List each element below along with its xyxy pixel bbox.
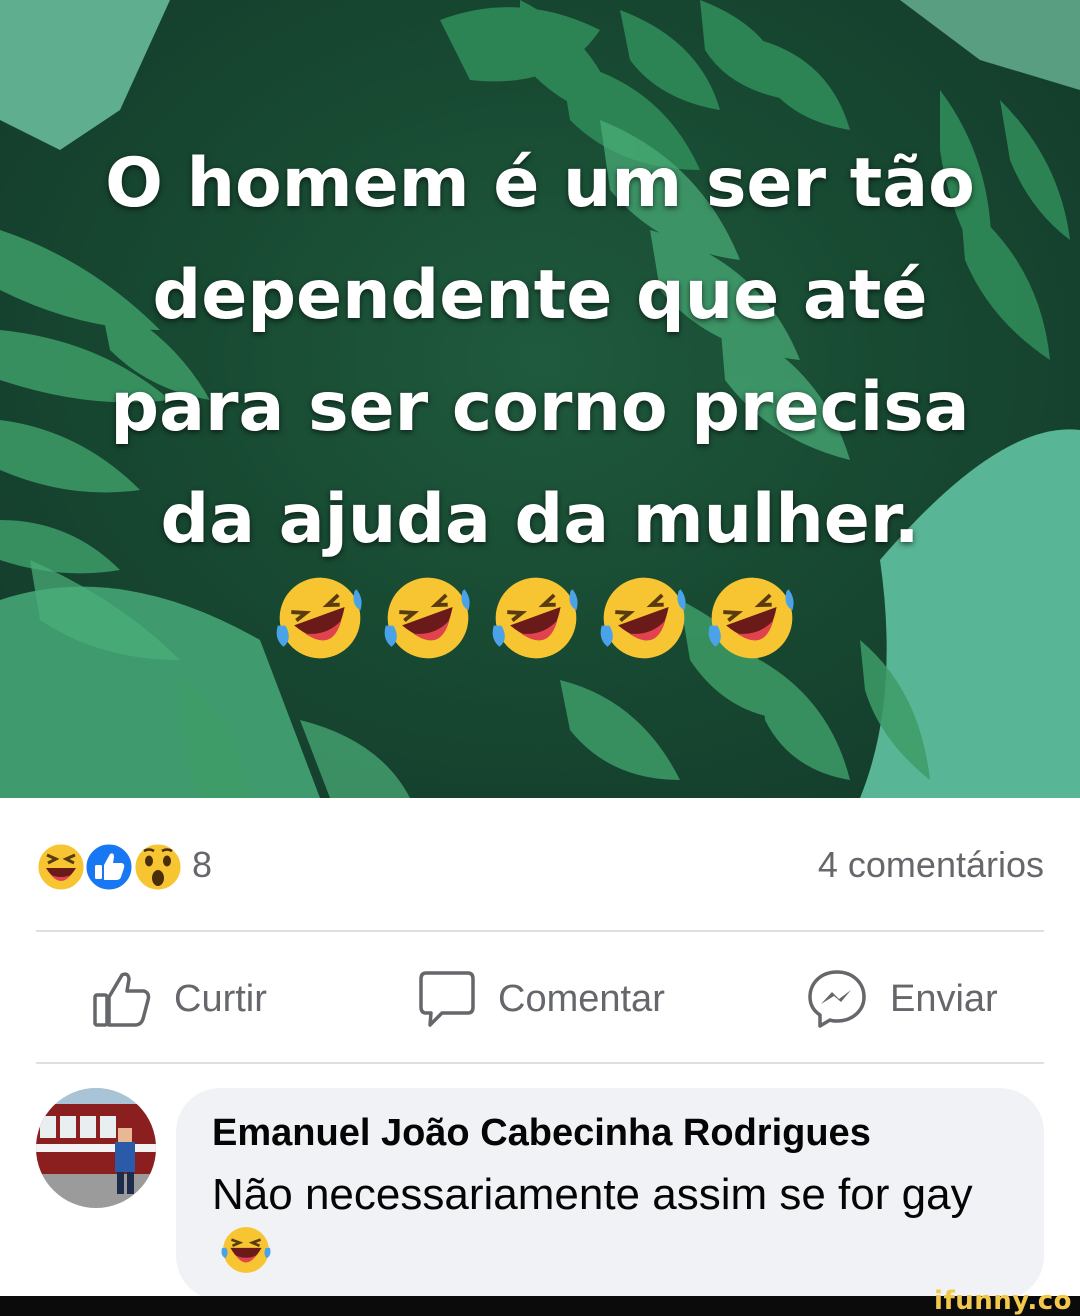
like-reaction-icon — [83, 841, 135, 892]
divider — [36, 930, 1044, 932]
comment-button[interactable]: Comentar — [418, 964, 665, 1034]
send-button[interactable]: Enviar — [806, 964, 998, 1034]
haha-reaction-icon — [36, 841, 87, 892]
reactions-summary: 8 4 comentários — [36, 838, 1044, 894]
avatar-photo-tram — [36, 1088, 156, 1208]
laughing-crying-emoji-icon — [492, 577, 578, 659]
post-caption-text: O homem é um ser tão dependente que até … — [0, 128, 1080, 576]
thumbs-up-icon — [93, 972, 151, 1027]
laughing-crying-emoji-icon — [221, 1227, 271, 1273]
commenter-avatar[interactable] — [36, 1088, 156, 1208]
like-button[interactable]: Curtir — [92, 964, 267, 1034]
laughing-emoji-row — [272, 570, 812, 666]
ifunny-watermark: ifunny.co — [934, 1286, 1072, 1316]
post-image[interactable]: O homem é um ser tão dependente que até … — [0, 0, 1080, 798]
comment-bubble-icon — [419, 971, 475, 1027]
messenger-icon — [808, 970, 866, 1028]
caption-line: O homem é um ser tão — [105, 144, 975, 223]
comment-bubble[interactable]: Emanuel João Cabecinha Rodrigues Não nec… — [176, 1088, 1044, 1300]
bottom-bar — [0, 1296, 1080, 1316]
send-button-label: Enviar — [890, 977, 998, 1020]
caption-line: da ajuda da mulher. — [160, 480, 920, 559]
caption-line: dependente que até — [152, 256, 928, 335]
comments-count-link[interactable]: 4 comentários — [818, 844, 1044, 886]
comment-button-label: Comentar — [498, 977, 665, 1020]
laughing-crying-emoji-icon — [384, 577, 470, 659]
comment-author-name[interactable]: Emanuel João Cabecinha Rodrigues — [212, 1112, 871, 1155]
reaction-count[interactable]: 8 — [192, 844, 212, 886]
laughing-crying-emoji-icon — [600, 577, 686, 659]
reaction-icons[interactable] — [36, 840, 186, 892]
laughing-crying-emoji-icon — [276, 577, 362, 659]
laughing-crying-emoji-icon — [708, 577, 794, 659]
comment-text: Não necessariamente assim se for gay — [212, 1166, 1012, 1285]
post-action-bar: Curtir Comentar Enviar — [36, 934, 1044, 1062]
comment-body: Não necessariamente assim se for gay — [212, 1170, 973, 1219]
caption-line: para ser corno precisa — [110, 368, 970, 447]
divider — [36, 1062, 1044, 1064]
like-button-label: Curtir — [174, 977, 267, 1020]
wow-reaction-icon — [132, 841, 184, 892]
